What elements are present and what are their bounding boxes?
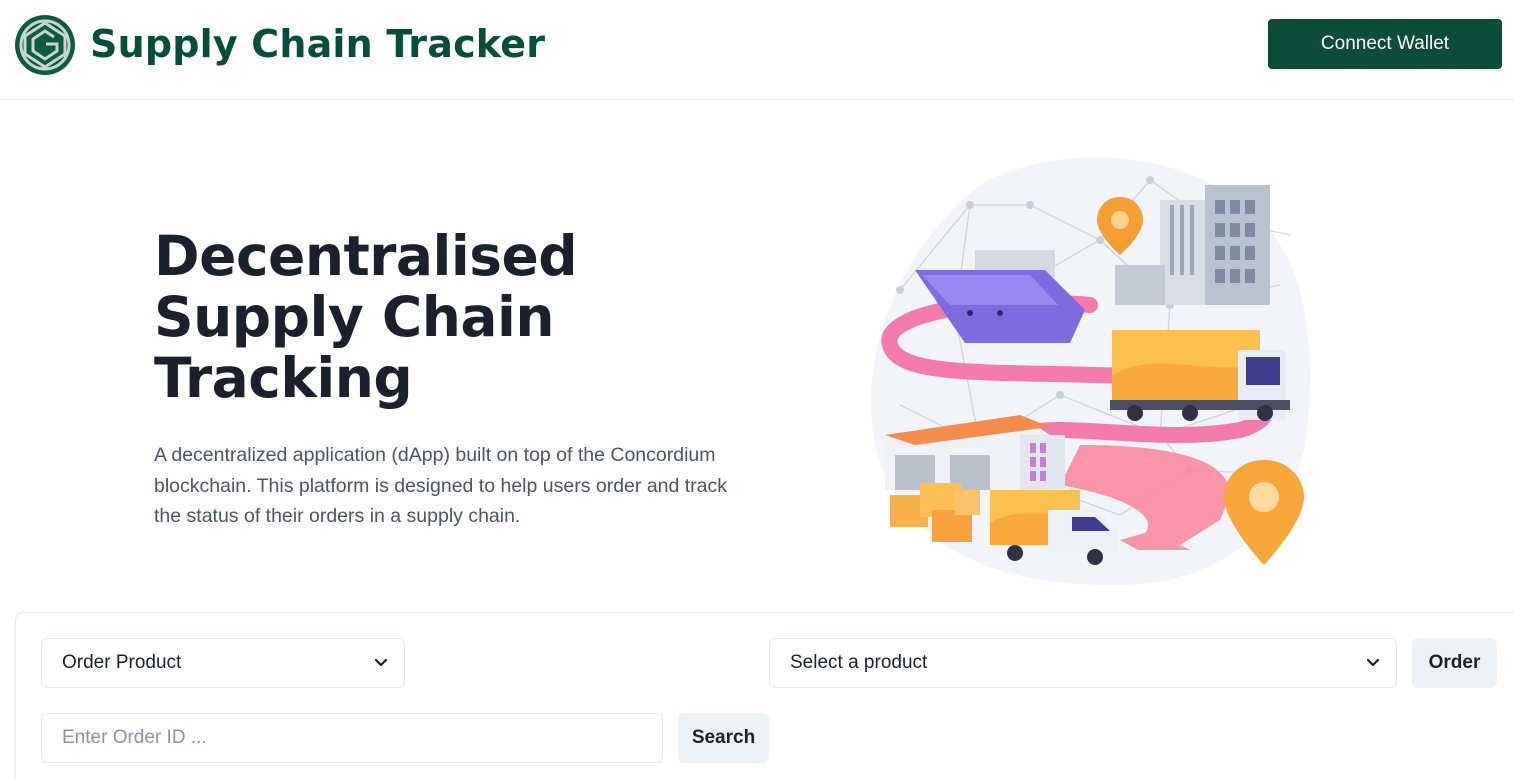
search-button[interactable]: Search (678, 713, 769, 763)
action-select[interactable]: Order Product (41, 638, 405, 688)
hero-title-line: Supply Chain (154, 285, 555, 349)
hero-title-line: Decentralised (154, 224, 578, 288)
chevron-down-icon (1366, 658, 1380, 667)
order-id-input[interactable] (41, 713, 663, 763)
app-title: Supply Chain Tracker (90, 22, 546, 66)
hero-title: Decentralised Supply Chain Tracking (154, 226, 714, 409)
hero-title-line: Tracking (154, 346, 413, 410)
product-select-value: Select a product (790, 652, 928, 673)
top-header: Supply Chain Tracker Connect Wallet (0, 0, 1515, 100)
chevron-down-icon (374, 658, 388, 667)
product-select[interactable]: Select a product (769, 638, 1397, 688)
concordium-logo-icon (15, 15, 75, 75)
connect-wallet-button[interactable]: Connect Wallet (1268, 19, 1502, 69)
action-select-value: Order Product (62, 652, 182, 673)
supply-chain-illustration (870, 157, 1310, 586)
order-button[interactable]: Order (1412, 638, 1497, 688)
hero-description: A decentralized application (dApp) built… (154, 444, 728, 527)
